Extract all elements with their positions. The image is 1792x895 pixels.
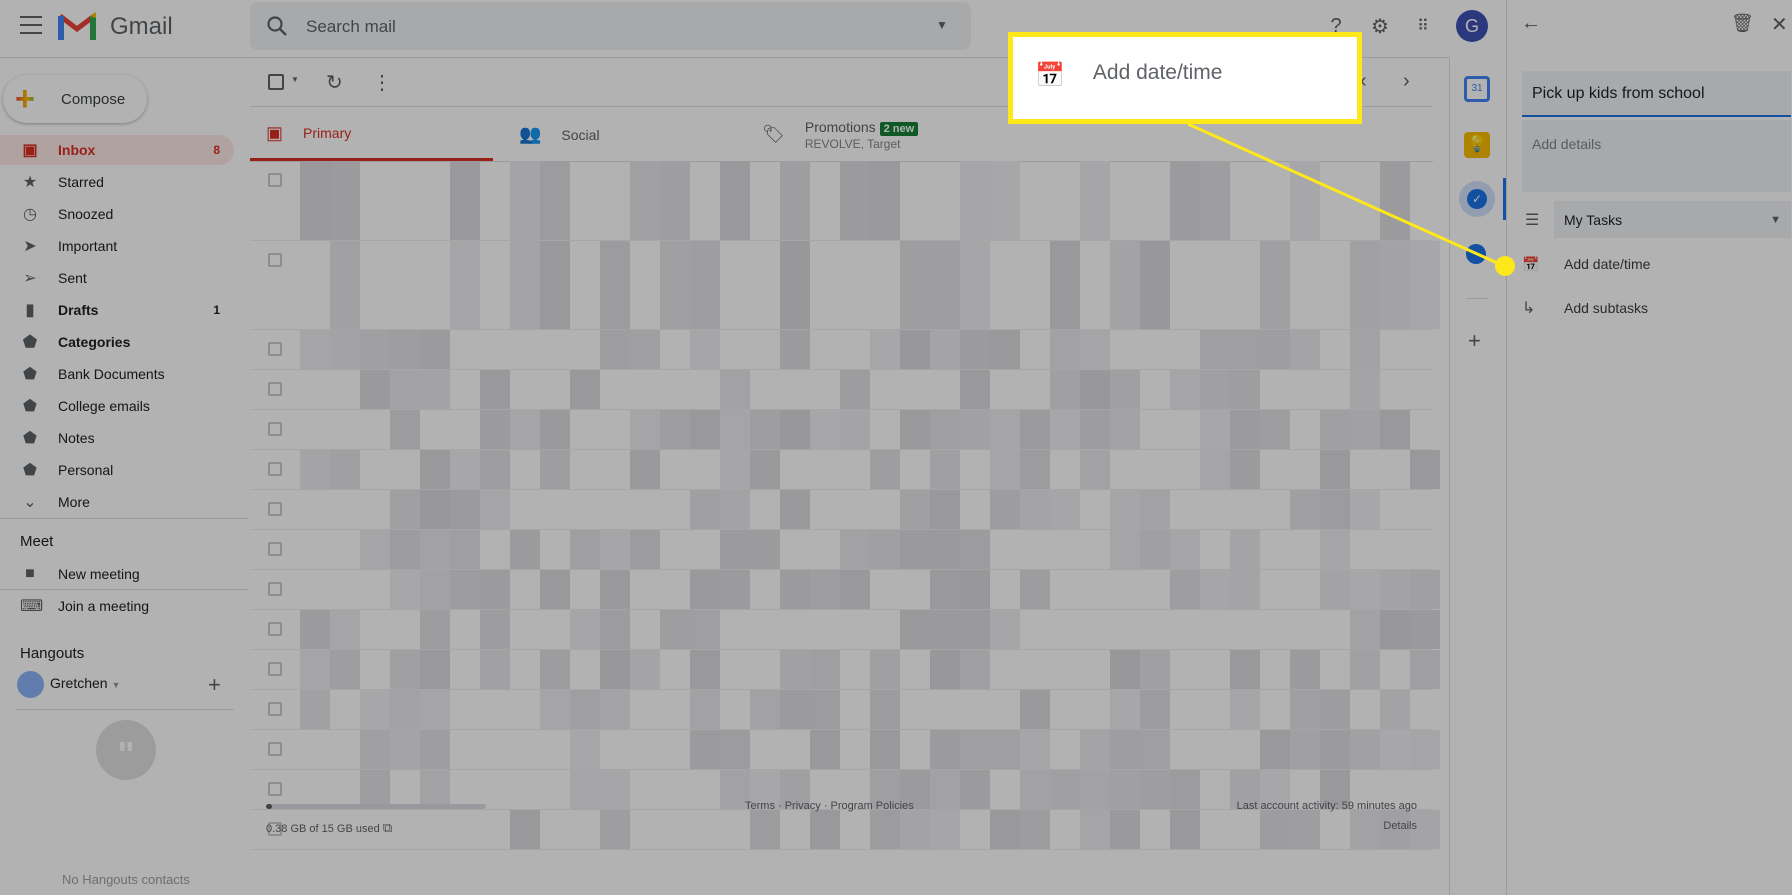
callout-dot [1495,256,1515,276]
callout-box: 📅 Add date/time [1008,32,1362,124]
calendar-check-icon: 📅 [1035,62,1065,89]
callout-pointer [1187,122,1515,276]
